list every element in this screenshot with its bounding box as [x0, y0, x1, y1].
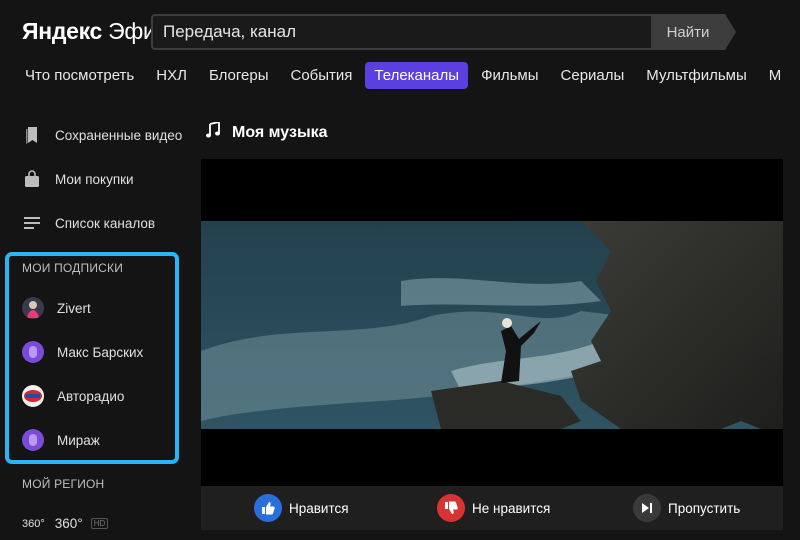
channel-360-logo: 360°	[22, 517, 45, 530]
sidebar-item-purchases[interactable]: Мои покупки	[22, 169, 134, 189]
subscription-zivert[interactable]: Zivert	[22, 297, 91, 319]
sidebar-item-label: Список каналов	[55, 215, 156, 231]
page-title-text: Моя музыка	[232, 123, 328, 141]
subscription-label: Авторадио	[57, 388, 125, 404]
zivert-avatar	[22, 297, 44, 319]
video-frame	[201, 221, 783, 429]
search-bar: Найти	[151, 14, 737, 50]
video-player[interactable]	[201, 159, 783, 486]
search-button[interactable]: Найти	[651, 14, 725, 50]
bookmark-icon	[22, 125, 42, 145]
dislike-button[interactable]: Не нравится	[437, 494, 550, 522]
hd-badge: HD	[90, 518, 109, 529]
nav-item-movies[interactable]: Фильмы	[472, 62, 547, 89]
nav-item-nhl[interactable]: НХЛ	[147, 62, 196, 89]
nav-item-cartoons[interactable]: Мультфильмы	[637, 62, 755, 89]
list-icon	[22, 213, 42, 233]
music-note-icon	[206, 120, 220, 143]
sidebar-item-channel-list[interactable]: Список каналов	[22, 213, 155, 233]
nav-item-bloggers[interactable]: Блогеры	[200, 62, 278, 89]
skip-button[interactable]: Пропустить	[633, 494, 740, 522]
logo-brand: Яндекс	[22, 18, 103, 44]
sidebar-item-label: Мои покупки	[55, 171, 134, 187]
thumbs-down-icon	[437, 494, 465, 522]
sidebar-item-label: Сохраненные видео	[55, 127, 183, 143]
subscription-avtoradio[interactable]: Авторадио	[22, 385, 124, 407]
search-input[interactable]	[151, 14, 651, 50]
subscriptions-heading: МОИ ПОДПИСКИ	[22, 261, 124, 275]
nav-item-events[interactable]: События	[281, 62, 361, 89]
video-still-image	[201, 221, 783, 429]
like-label: Нравится	[289, 500, 349, 516]
subscription-mirazh[interactable]: Мираж	[22, 429, 100, 451]
like-button[interactable]: Нравится	[254, 494, 349, 522]
nav-item-tv-channels[interactable]: Телеканалы	[365, 62, 469, 89]
page-title: Моя музыка	[206, 120, 328, 143]
subscription-maks-barskikh[interactable]: Макс Барских	[22, 341, 143, 363]
search-button-arrow	[725, 14, 736, 50]
skip-next-icon	[633, 494, 661, 522]
shopping-bag-icon	[22, 169, 42, 189]
nav-item-what-to-watch[interactable]: Что посмотреть	[16, 62, 143, 89]
autoradio-logo-icon	[22, 385, 44, 407]
yandex-efir-logo[interactable]: Яндекс Эфир	[22, 18, 168, 45]
subscription-label: Макс Барских	[57, 344, 144, 360]
subscription-label: Мираж	[57, 432, 100, 448]
nav-item-more[interactable]: М	[760, 62, 791, 89]
category-nav: Что посмотреть НХЛ Блогеры События Телек…	[16, 62, 794, 89]
mic-avatar-icon	[22, 429, 44, 451]
dislike-label: Не нравится	[472, 500, 551, 516]
sidebar-item-saved-videos[interactable]: Сохраненные видео	[22, 125, 182, 145]
skip-label: Пропустить	[668, 500, 741, 516]
region-heading: МОЙ РЕГИОН	[22, 477, 105, 491]
subscription-label: Zivert	[57, 300, 91, 316]
nav-item-series[interactable]: Сериалы	[552, 62, 634, 89]
player-controls: Нравится Не нравится Пропустить	[201, 486, 783, 530]
mic-avatar-icon	[22, 341, 44, 363]
region-item-label: 360°	[54, 516, 83, 531]
thumbs-up-icon	[254, 494, 282, 522]
region-item-360[interactable]: 360° 360° HD	[22, 516, 109, 531]
